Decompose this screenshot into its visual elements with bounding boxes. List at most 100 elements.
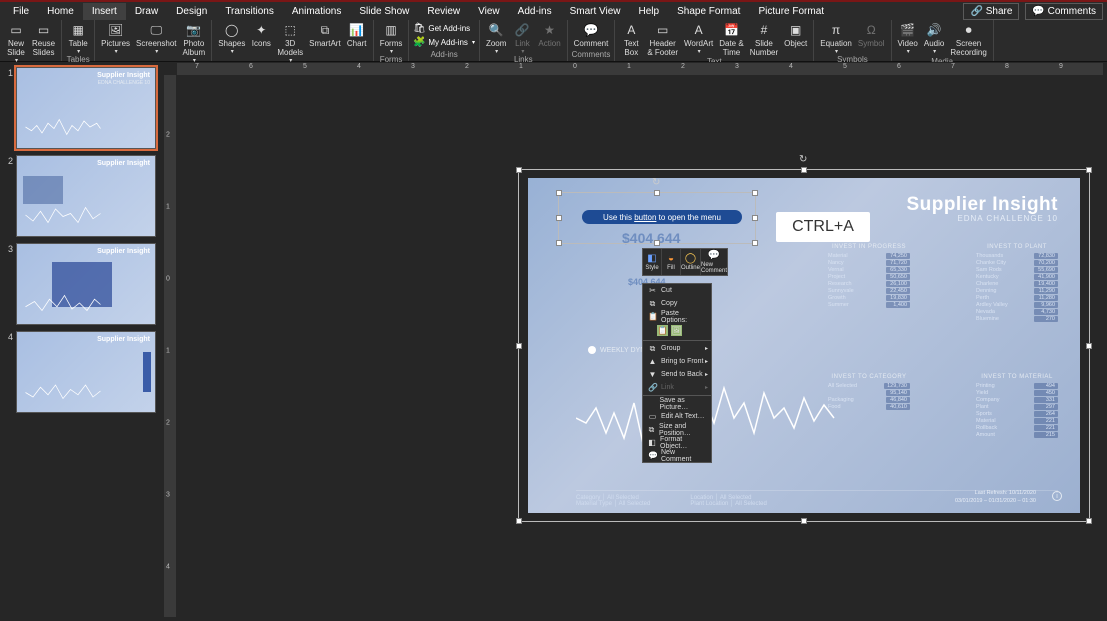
datetime-button[interactable]: 📅Date & Time: [717, 22, 745, 57]
equation-button[interactable]: πEquation▾: [818, 22, 854, 55]
resize-handle[interactable]: [654, 240, 660, 246]
ctx-alt-text[interactable]: ▭Edit Alt Text…: [643, 410, 711, 423]
resize-handle[interactable]: [801, 518, 807, 524]
resize-handle[interactable]: [516, 518, 522, 524]
slide-canvas[interactable]: Supplier Insight EDNA CHALLENGE 10 Use t…: [528, 178, 1080, 513]
edit-area[interactable]: 76543210123456789 2101234 ↻ Supplier Ins…: [163, 62, 1107, 621]
thumb-slide-3[interactable]: Supplier Insight: [16, 243, 156, 325]
group-text: AText Box ▭Header & Footer AWordArt▾ 📅Da…: [615, 20, 814, 61]
thumb-slide-1[interactable]: Supplier InsightEDNA CHALLENGE 10: [16, 67, 156, 149]
resize-handle[interactable]: [1086, 518, 1092, 524]
audio-button[interactable]: 🔊Audio▾: [922, 22, 946, 55]
slide-number-button[interactable]: #Slide Number: [748, 22, 780, 57]
thumb-slide-4[interactable]: Supplier Insight: [16, 331, 156, 413]
tab-design[interactable]: Design: [167, 3, 216, 20]
slide-title: Supplier Insight: [906, 194, 1058, 216]
ctrl-a-box: CTRL+A: [776, 212, 870, 242]
resize-handle[interactable]: [556, 215, 562, 221]
tab-home[interactable]: Home: [38, 3, 83, 20]
link-button[interactable]: 🔗Link▾: [510, 22, 534, 55]
resize-handle[interactable]: [516, 343, 522, 349]
style-button[interactable]: ◧Style: [643, 249, 662, 275]
screen-recording-button[interactable]: ⏺Screen Recording: [948, 22, 988, 57]
my-addins-button[interactable]: 🧩My Add-ins▾: [413, 36, 475, 49]
resize-handle[interactable]: [1086, 167, 1092, 173]
ctx-cut[interactable]: ✂Cut: [643, 284, 711, 297]
symbol-button[interactable]: ΩSymbol: [856, 22, 887, 48]
rotate-handle-icon[interactable]: ↻: [652, 177, 662, 187]
smartart-button[interactable]: ⧉SmartArt: [307, 22, 343, 48]
tab-smartview[interactable]: Smart View: [561, 3, 630, 20]
resize-handle[interactable]: [556, 190, 562, 196]
tab-addins[interactable]: Add-ins: [509, 3, 561, 20]
resize-handle[interactable]: [752, 190, 758, 196]
ctx-link[interactable]: 🔗Link▸: [643, 381, 711, 394]
resize-handle[interactable]: [801, 167, 807, 173]
3d-models-button[interactable]: ⬚3D Models▾: [275, 22, 305, 64]
resize-handle[interactable]: [752, 240, 758, 246]
chart-button[interactable]: 📊Chart: [345, 22, 369, 48]
ctx-save-picture[interactable]: Save as Picture…: [643, 397, 711, 410]
thumb-number: 3: [3, 243, 13, 325]
resize-handle[interactable]: [1086, 343, 1092, 349]
ctx-format-object[interactable]: ◧Format Object…: [643, 436, 711, 449]
forms-button[interactable]: ▥Forms▾: [378, 22, 405, 55]
tab-transitions[interactable]: Transitions: [216, 3, 283, 20]
resize-handle[interactable]: [752, 215, 758, 221]
ctx-send-back[interactable]: ▼Send to Back▸: [643, 368, 711, 381]
share-button[interactable]: 🔗 Share: [963, 3, 1019, 20]
pictures-button[interactable]: 🖼Pictures▾: [99, 22, 132, 55]
thumb-slide-2[interactable]: Supplier Insight: [16, 155, 156, 237]
ctx-copy[interactable]: ⧉Copy: [643, 297, 711, 310]
icons-button[interactable]: ✦Icons: [249, 22, 273, 48]
resize-handle[interactable]: [654, 190, 660, 196]
resize-handle[interactable]: [516, 167, 522, 173]
new-comment-button[interactable]: 💬New Comment: [701, 249, 727, 275]
ctx-group[interactable]: ⧉Group▸: [643, 342, 711, 355]
wordart-button[interactable]: AWordArt▾: [682, 22, 715, 55]
panel-material: INVEST TO MATERIALPrinting494Yield450Com…: [976, 374, 1058, 439]
tab-view[interactable]: View: [469, 3, 509, 20]
ctx-size-position[interactable]: ⧉Size and Position…: [643, 423, 711, 436]
fill-button[interactable]: ◒Fill: [662, 249, 681, 275]
tab-shapeformat[interactable]: Shape Format: [668, 3, 749, 20]
get-addins-button[interactable]: 🛍Get Add-ins: [413, 22, 475, 35]
front-icon: ▲: [648, 357, 657, 366]
menubar: File Home Insert Draw Design Transitions…: [0, 0, 1107, 20]
tab-draw[interactable]: Draw: [126, 3, 167, 20]
outline-button[interactable]: ◯Outline: [681, 249, 701, 275]
action-button[interactable]: ★Action: [536, 22, 562, 48]
slide-panel[interactable]: 1 Supplier InsightEDNA CHALLENGE 10 2 Su…: [0, 62, 163, 621]
comments-button[interactable]: 💬 Comments: [1025, 3, 1103, 20]
photo-album-button[interactable]: 📷Photo Album▾: [181, 22, 208, 64]
ctx-bring-front[interactable]: ▲Bring to Front▸: [643, 355, 711, 368]
reuse-slides-button[interactable]: ▭Reuse Slides: [30, 22, 57, 57]
textbox-button[interactable]: AText Box: [619, 22, 643, 57]
tab-insert[interactable]: Insert: [83, 3, 126, 20]
tab-slideshow[interactable]: Slide Show: [350, 3, 418, 20]
pictures-icon: 🖼: [108, 22, 124, 38]
comment-button[interactable]: 💬Comment: [572, 22, 611, 48]
table-button[interactable]: ▦Table▾: [66, 22, 90, 55]
video-button[interactable]: 🎬Video▾: [896, 22, 920, 55]
tab-pictureformat[interactable]: Picture Format: [749, 3, 833, 20]
tab-animations[interactable]: Animations: [283, 3, 350, 20]
zoom-button[interactable]: 🔍Zoom▾: [484, 22, 508, 55]
hash-icon: #: [756, 22, 772, 38]
shapes-button[interactable]: ◯Shapes▾: [216, 22, 247, 55]
rotate-handle-icon[interactable]: ↻: [799, 154, 809, 164]
tab-help[interactable]: Help: [630, 3, 669, 20]
group-images: 🖼Pictures▾ 🖵Screenshot▾ 📷Photo Album▾ Im…: [95, 20, 212, 61]
object-button[interactable]: ▣Object: [782, 22, 809, 48]
paste-option-2[interactable]: 🖼: [671, 325, 682, 336]
tab-file[interactable]: File: [4, 3, 38, 20]
tab-review[interactable]: Review: [418, 3, 469, 20]
new-slide-button[interactable]: ▭New Slide▾: [4, 22, 28, 64]
screenshot-button[interactable]: 🖵Screenshot▾: [134, 22, 178, 55]
paste-option-1[interactable]: 📋: [657, 325, 668, 336]
ctx-new-comment[interactable]: 💬New Comment: [643, 449, 711, 462]
resize-handle[interactable]: [556, 240, 562, 246]
info-icon[interactable]: i: [1052, 491, 1062, 501]
selection-inner[interactable]: ↻: [558, 192, 756, 244]
header-footer-button[interactable]: ▭Header & Footer: [645, 22, 680, 57]
